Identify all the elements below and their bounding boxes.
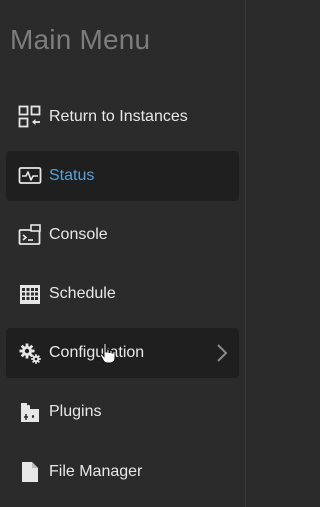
menu-item-label: Plugins xyxy=(49,403,102,420)
menu-item-label: Schedule xyxy=(49,285,116,302)
grid-return-icon xyxy=(18,105,42,129)
main-menu-panel: Main Menu Return to Instances Status Con… xyxy=(0,0,246,507)
menu-item-status[interactable]: Status xyxy=(6,151,239,201)
plugin-icon xyxy=(18,400,42,424)
menu-item-schedule[interactable]: Schedule xyxy=(6,269,239,319)
menu-item-configuration[interactable]: Configuration xyxy=(6,328,239,378)
menu-item-label: Console xyxy=(49,226,108,243)
menu-item-label: Return to Instances xyxy=(49,108,188,125)
schedule-icon xyxy=(18,282,42,306)
menu-item-file-manager[interactable]: File Manager xyxy=(6,447,239,497)
menu-item-return-to-instances[interactable]: Return to Instances xyxy=(6,92,239,142)
menu-item-console[interactable]: Console xyxy=(6,210,239,260)
hand-cursor-icon xyxy=(98,342,118,366)
menu-item-label: Status xyxy=(49,167,95,184)
menu-title: Main Menu xyxy=(10,24,151,55)
console-icon xyxy=(18,223,42,247)
menu-item-label: File Manager xyxy=(49,463,143,480)
chevron-right-icon xyxy=(215,342,229,364)
menu-item-label: Configuration xyxy=(49,344,145,361)
gears-icon xyxy=(18,341,42,365)
file-icon xyxy=(18,460,42,484)
menu-item-plugins[interactable]: Plugins xyxy=(6,387,239,437)
status-icon xyxy=(18,164,42,188)
